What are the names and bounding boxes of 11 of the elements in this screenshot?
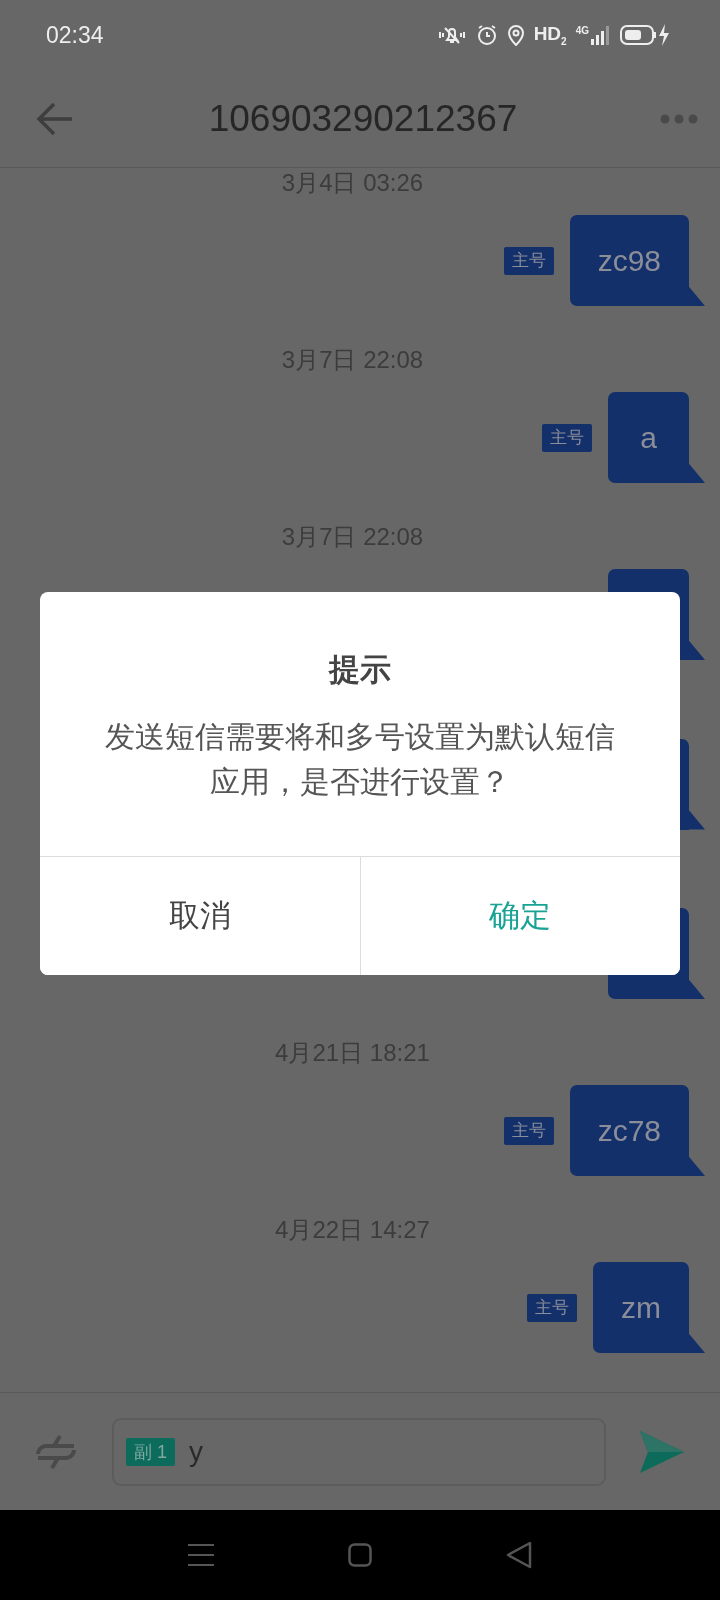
hd-voice-label: HD$_{2}$ [533,23,567,47]
conversation-title: 106903290212367 [207,97,519,140]
sim-label: 主号 [503,1116,554,1145]
dialog-title: 提示 [327,651,392,689]
network-type-label: 4G [575,25,589,36]
sim-label: 主号 [503,246,554,275]
status-time: 02:34 [46,21,105,49]
sim-label: 主号 [542,423,592,452]
sim-label: 副 1 [126,1437,175,1466]
sim-label: 主号 [527,1293,577,1322]
dialog-message: 发送短信需要将和多号设置为默认短信应用，是否进行设置？ [104,719,616,800]
